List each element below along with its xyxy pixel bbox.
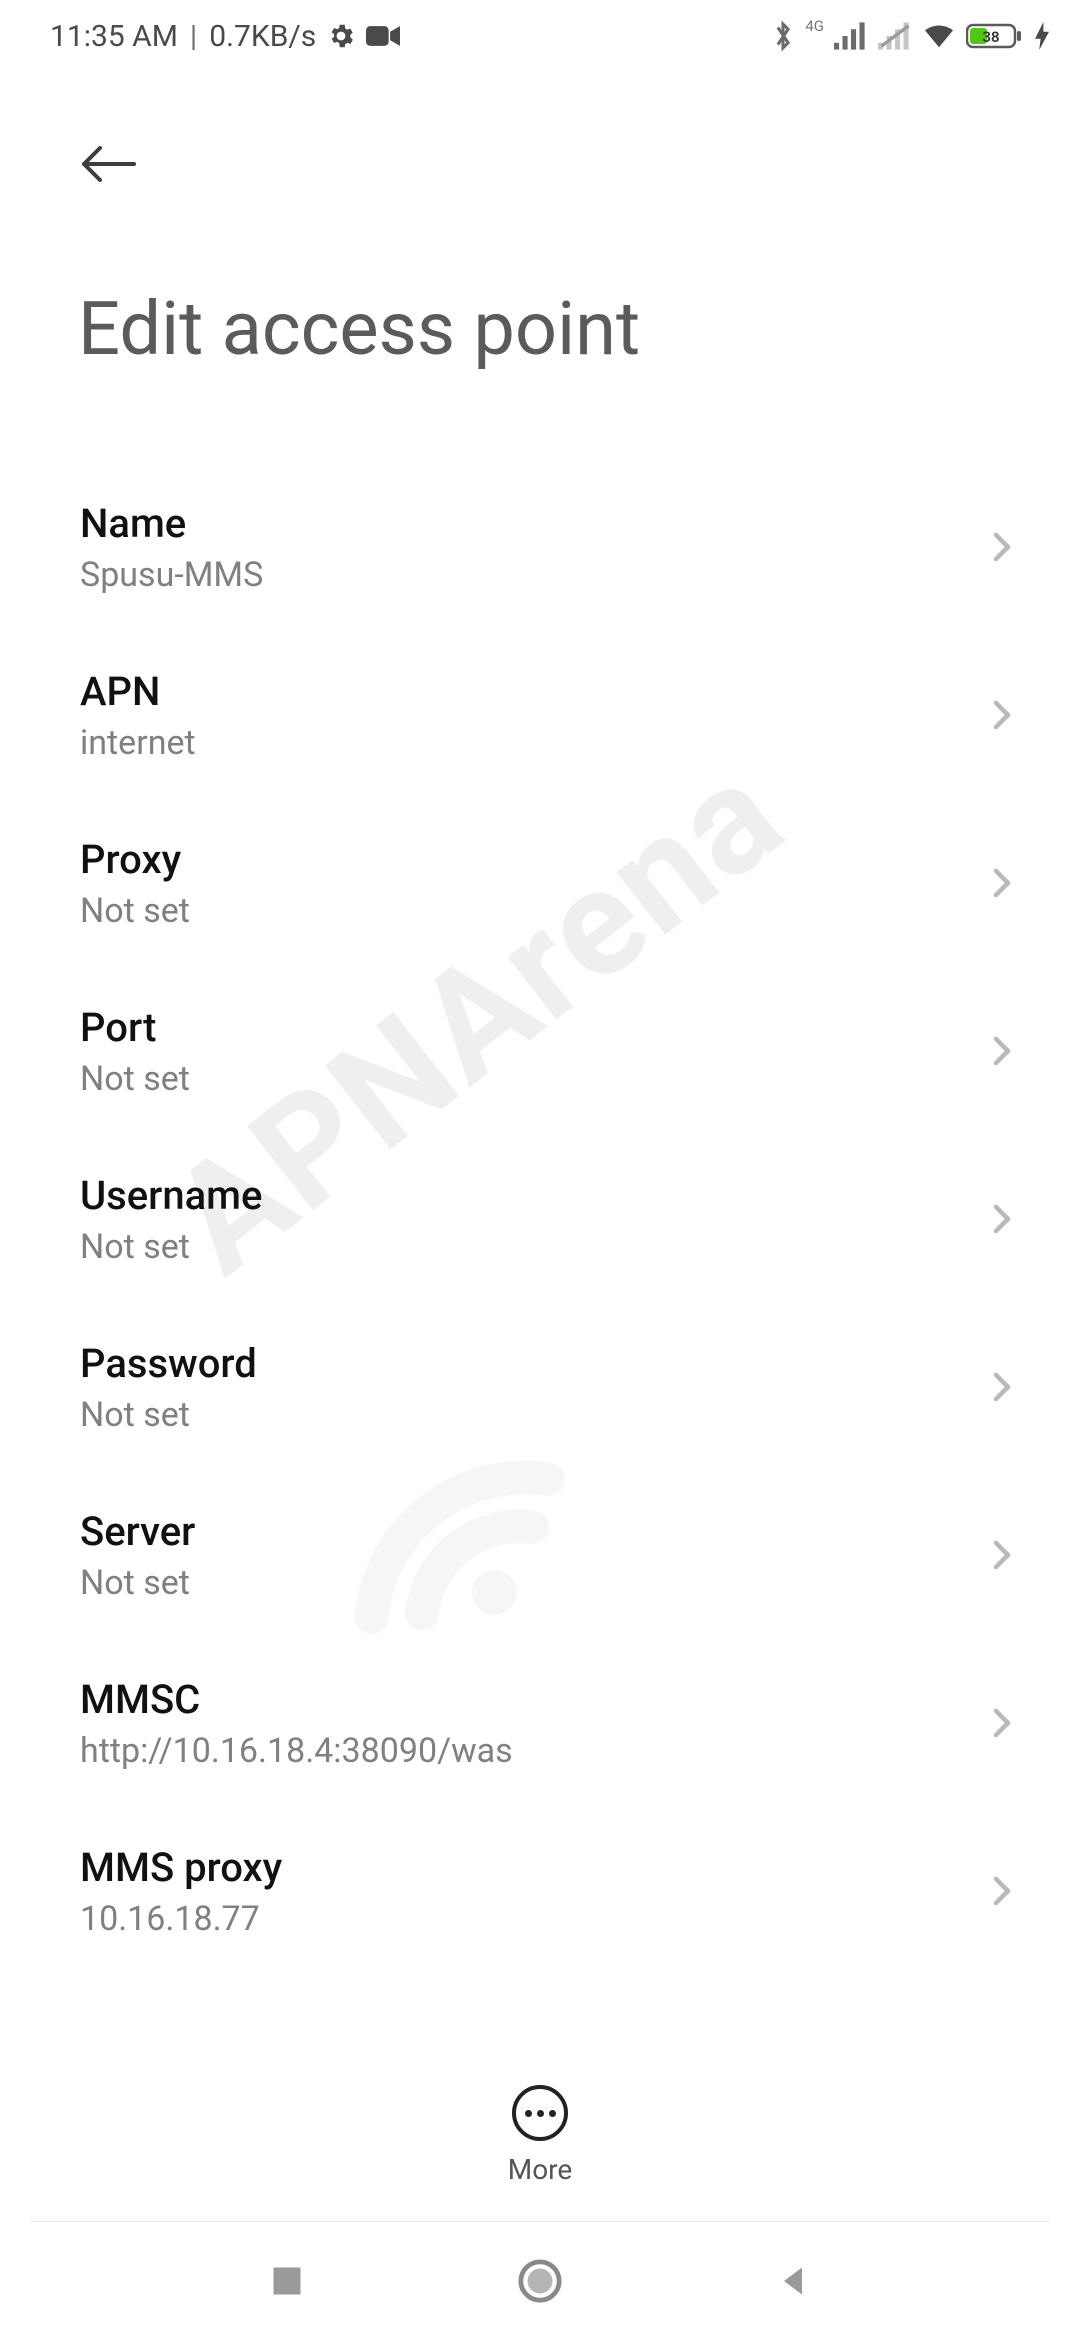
chevron-right-icon	[984, 1873, 1020, 1909]
charging-icon	[1034, 22, 1050, 50]
row-title: Server	[80, 1508, 964, 1555]
row-title: APN	[80, 668, 964, 715]
row-apn[interactable]: APN internet	[0, 631, 1080, 799]
row-title: MMS proxy	[80, 1844, 964, 1891]
chevron-right-icon	[984, 1201, 1020, 1237]
row-mmsc[interactable]: MMSC http://10.16.18.4:38090/was	[0, 1639, 1080, 1807]
system-nav-bar	[0, 2222, 1080, 2340]
row-title: Username	[80, 1172, 964, 1219]
bluetooth-icon	[771, 19, 795, 53]
page-title: Edit access point	[78, 286, 1040, 373]
row-sub: 10.16.18.77	[80, 1899, 964, 1939]
chevron-right-icon	[984, 697, 1020, 733]
row-sub: Spusu-MMS	[80, 555, 964, 595]
battery-pct-text: 38	[982, 28, 999, 46]
row-title: Name	[80, 500, 964, 547]
status-separator: |	[190, 19, 197, 54]
chevron-right-icon	[984, 865, 1020, 901]
more-button[interactable]: More	[508, 2085, 573, 2186]
camera-icon	[366, 24, 400, 48]
wifi-icon	[922, 22, 956, 50]
signal-sim2-icon	[878, 22, 912, 50]
row-sub: http://10.16.18.4:38090/was	[80, 1731, 964, 1771]
chevron-right-icon	[984, 1537, 1020, 1573]
signal-sim1-icon	[834, 22, 868, 50]
chevron-right-icon	[984, 1705, 1020, 1741]
row-sub: Not set	[80, 891, 964, 931]
nav-home-button[interactable]	[512, 2253, 568, 2309]
row-title: Port	[80, 1004, 964, 1051]
network-type-label: 4G	[805, 19, 824, 34]
row-title: Password	[80, 1340, 964, 1387]
row-password[interactable]: Password Not set	[0, 1303, 1080, 1471]
row-sub: internet	[80, 723, 964, 763]
row-title: Proxy	[80, 836, 964, 883]
status-time: 11:35 AM	[50, 19, 178, 54]
nav-back-button[interactable]	[765, 2253, 821, 2309]
row-sub: Not set	[80, 1563, 964, 1603]
row-proxy[interactable]: Proxy Not set	[0, 799, 1080, 967]
back-button[interactable]	[78, 132, 142, 196]
row-port[interactable]: Port Not set	[0, 967, 1080, 1135]
row-server[interactable]: Server Not set	[0, 1471, 1080, 1639]
settings-list[interactable]: Name Spusu-MMS APN internet Proxy Not se…	[0, 463, 1080, 1975]
row-name[interactable]: Name Spusu-MMS	[0, 463, 1080, 631]
row-username[interactable]: Username Not set	[0, 1135, 1080, 1303]
chevron-right-icon	[984, 529, 1020, 565]
row-sub: Not set	[80, 1395, 964, 1435]
row-sub: Not set	[80, 1227, 964, 1267]
chevron-right-icon	[984, 1033, 1020, 1069]
battery-icon: 38	[966, 22, 1024, 50]
status-net-speed: 0.7KB/s	[209, 19, 316, 54]
row-sub: Not set	[80, 1059, 964, 1099]
gear-icon	[326, 21, 356, 51]
chevron-right-icon	[984, 1369, 1020, 1405]
nav-recents-button[interactable]	[259, 2253, 315, 2309]
more-dots-icon	[512, 2085, 568, 2141]
row-title: MMSC	[80, 1676, 964, 1723]
more-label: More	[508, 2153, 573, 2186]
row-mms-proxy[interactable]: MMS proxy 10.16.18.77	[0, 1807, 1080, 1975]
status-bar: 11:35 AM | 0.7KB/s 4G 38	[0, 0, 1080, 72]
